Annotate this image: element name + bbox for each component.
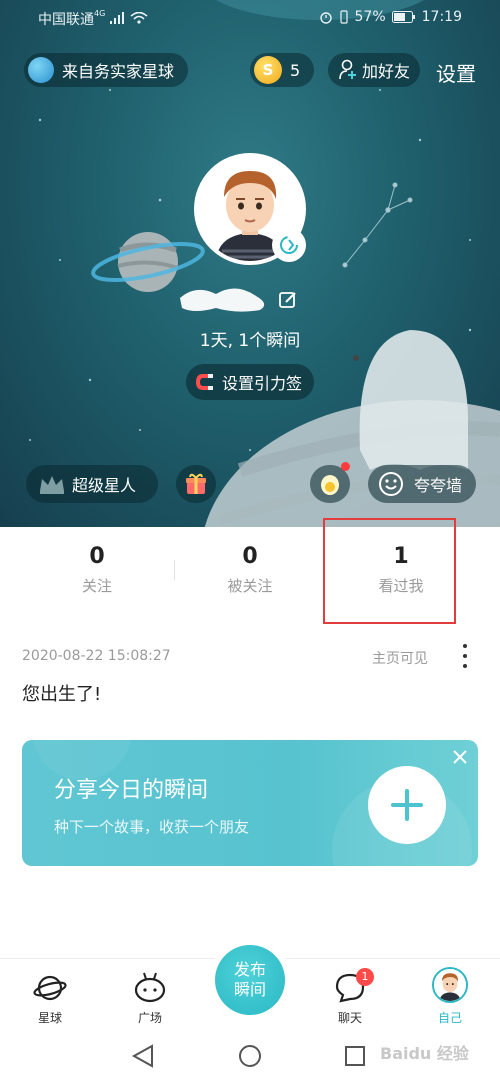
more-dot-icon xyxy=(463,654,467,658)
coin-icon: S xyxy=(254,56,282,84)
planet-label: 来自务实家星球 xyxy=(62,62,175,81)
publish-label-line2: 瞬间 xyxy=(233,980,266,999)
crown-icon xyxy=(40,476,64,494)
avatar-switch-icon xyxy=(280,236,298,254)
status-bar: 中国联通4G 57% 17:19 xyxy=(0,0,500,36)
tab-planet[interactable]: 星球 xyxy=(20,969,80,1026)
settings-button[interactable]: 设置 xyxy=(436,58,476,87)
tab-me[interactable]: 自己 xyxy=(420,967,480,1026)
following-count-value: 0 xyxy=(89,544,105,569)
battery-percent: 57% xyxy=(354,9,386,25)
back-icon[interactable] xyxy=(131,1044,153,1068)
watermark: Baidu 经验 xyxy=(380,1044,469,1063)
tab-chat-label: 聊天 xyxy=(337,1011,362,1025)
square-icon xyxy=(134,972,166,1003)
more-options-button[interactable] xyxy=(458,644,472,668)
me-avatar xyxy=(432,967,468,1003)
more-dot-icon xyxy=(463,644,467,648)
planet-icon xyxy=(28,57,54,83)
add-friend-label: 加好友 xyxy=(362,62,411,81)
following-count[interactable]: 0 关注 xyxy=(17,544,177,596)
nickname-redacted xyxy=(180,288,265,312)
publish-moment-button[interactable]: 发布 瞬间 xyxy=(215,945,285,1015)
tab-planet-label: 星球 xyxy=(37,1011,62,1025)
planet-icon xyxy=(33,975,67,1001)
praise-wall-button[interactable]: 夸夸墙 xyxy=(368,465,476,503)
add-friend-button[interactable]: 加好友 xyxy=(328,53,420,87)
gift-icon xyxy=(186,473,206,494)
super-star-button[interactable]: 超级星人 xyxy=(26,465,158,503)
followers-count-label: 被关注 xyxy=(227,577,273,595)
coin-count: 5 xyxy=(290,60,301,80)
add-person-icon xyxy=(339,59,356,80)
avatar-edit-button[interactable] xyxy=(272,228,306,262)
profile-stats-text: 1天, 1个瞬间 xyxy=(199,331,301,351)
set-tag-button[interactable]: 设置引力签 xyxy=(186,364,314,400)
praise-wall-label: 夸夸墙 xyxy=(414,476,463,495)
battery-icon xyxy=(391,11,415,23)
gift-button[interactable] xyxy=(176,465,216,503)
vibrate-icon xyxy=(339,10,348,24)
share-card-title: 分享今日的瞬间 xyxy=(54,778,209,803)
post-text: 您出生了! xyxy=(22,684,102,705)
profile-hero: 中国联通4G 57% 17:19 来自务实家星球 S 5 加好友 设置 1天, … xyxy=(0,0,500,527)
avatar-image xyxy=(434,969,466,1001)
signal-icon xyxy=(109,12,124,24)
more-dot-icon xyxy=(463,664,467,668)
share-moment-card[interactable]: 分享今日的瞬间 种下一个故事，收获一个朋友 xyxy=(22,740,478,866)
following-count-label: 关注 xyxy=(81,577,112,595)
clock: 17:19 xyxy=(421,9,462,25)
close-icon[interactable] xyxy=(451,748,469,766)
tab-square[interactable]: 广场 xyxy=(120,969,180,1026)
chat-unread-badge: 1 xyxy=(356,968,374,986)
edit-name-icon[interactable] xyxy=(278,290,298,310)
home-icon[interactable] xyxy=(239,1045,261,1067)
planet-badge-button[interactable]: 来自务实家星球 xyxy=(24,53,188,87)
share-card-subtitle: 种下一个故事，收获一个朋友 xyxy=(54,818,250,836)
coin-balance-button[interactable]: S 5 xyxy=(250,53,314,87)
annotation-highlight-box xyxy=(323,518,456,624)
set-tag-label: 设置引力签 xyxy=(222,374,303,393)
recents-icon[interactable] xyxy=(345,1046,365,1066)
wifi-icon xyxy=(130,12,148,24)
egg-icon xyxy=(321,475,339,495)
alarm-icon xyxy=(319,12,332,24)
tab-square-label: 广场 xyxy=(137,1011,162,1025)
publish-label-line1: 发布 xyxy=(233,960,266,979)
plus-icon xyxy=(391,789,423,821)
super-star-label: 超级星人 xyxy=(72,476,137,495)
notification-dot xyxy=(341,462,350,471)
share-add-button[interactable] xyxy=(368,766,446,844)
smile-icon xyxy=(379,472,403,496)
followers-count[interactable]: 0 被关注 xyxy=(170,544,330,596)
post-visibility: 主页可见 xyxy=(372,651,428,667)
followers-count-value: 0 xyxy=(242,544,258,569)
magnet-icon xyxy=(196,374,213,390)
post-timestamp: 2020-08-22 15:08:27 xyxy=(22,648,171,664)
tab-me-label: 自己 xyxy=(437,1011,462,1025)
carrier-label: 中国联通4G xyxy=(38,9,148,29)
